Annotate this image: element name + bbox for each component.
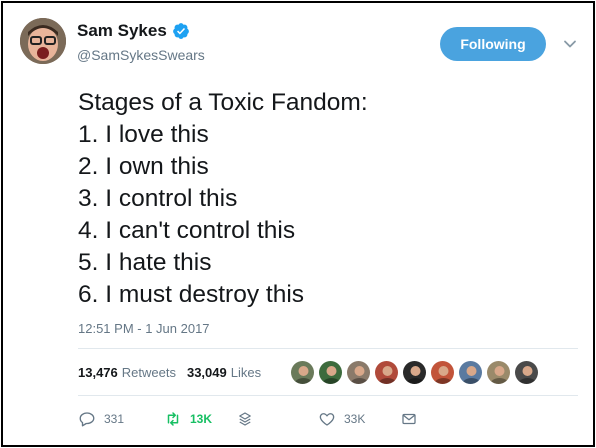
- tweet-card: Sam Sykes @SamSykesSwears Following Stag…: [1, 1, 595, 447]
- liker-avatar-image: [375, 361, 398, 384]
- liker-avatar[interactable]: [346, 360, 371, 385]
- reply-icon: [79, 412, 95, 427]
- tweet-line: Stages of a Toxic Fandom:: [78, 89, 368, 116]
- reply-count: 331: [104, 412, 125, 426]
- verified-badge-icon: [172, 23, 189, 39]
- author-display-name[interactable]: Sam Sykes: [77, 21, 167, 41]
- liker-avatar-image: [515, 361, 538, 384]
- likes-count: 33,049: [186, 365, 227, 380]
- liker-avatar[interactable]: [486, 360, 511, 385]
- retweets-count: 13,476: [78, 365, 118, 380]
- like-button[interactable]: 33K: [318, 410, 365, 428]
- direct-message-button[interactable]: [400, 410, 418, 428]
- likes-label: Likes: [230, 365, 262, 380]
- heart-icon: [319, 413, 335, 426]
- author-handle[interactable]: @SamSykesSwears: [77, 47, 205, 63]
- layers-icon: [239, 412, 251, 426]
- liker-avatar[interactable]: [290, 360, 315, 385]
- envelope-icon: [402, 413, 416, 425]
- retweet-icon: [167, 412, 179, 426]
- liker-avatar[interactable]: [458, 360, 483, 385]
- following-button[interactable]: Following: [440, 27, 546, 61]
- liker-avatar[interactable]: [374, 360, 399, 385]
- author-name-row[interactable]: Sam Sykes: [77, 21, 190, 41]
- tweet-line: 6. I must destroy this: [78, 281, 305, 308]
- liker-avatar-image: [291, 361, 314, 384]
- chevron-down-icon[interactable]: [563, 37, 577, 51]
- retweets-label: Retweets: [121, 365, 176, 380]
- reply-button[interactable]: 331: [78, 410, 124, 428]
- liker-avatar-image: [459, 361, 482, 384]
- liker-avatar[interactable]: [430, 360, 455, 385]
- liker-avatar-image: [487, 361, 510, 384]
- like-count: 33K: [344, 412, 366, 426]
- tweet-line: 4. I can't control this: [78, 217, 296, 244]
- liker-avatar-image: [431, 361, 454, 384]
- engagement-stats: 13,476 Retweets 33,049 Likes: [78, 365, 261, 380]
- liker-avatar[interactable]: [318, 360, 343, 385]
- tweet-text: Stages of a Toxic Fandom: 1. I love this…: [78, 87, 368, 311]
- liker-avatar[interactable]: [402, 360, 427, 385]
- divider: [78, 348, 578, 349]
- tweet-actions: 331 13K 33K: [78, 410, 478, 430]
- liker-avatar-image: [319, 361, 342, 384]
- tweet-timestamp[interactable]: 12:51 PM - 1 Jun 2017: [78, 321, 210, 336]
- tweet-line: 2. I own this: [78, 153, 209, 180]
- retweet-count: 13K: [190, 412, 213, 426]
- share-stack-button[interactable]: [236, 410, 254, 428]
- avatar-image: [20, 18, 66, 64]
- author-avatar[interactable]: [20, 18, 66, 64]
- tweet-line: 5. I hate this: [78, 249, 212, 276]
- tweet-line: 3. I control this: [78, 185, 238, 212]
- retweets-stat[interactable]: 13,476 Retweets: [78, 365, 176, 380]
- retweet-button[interactable]: 13K: [164, 410, 212, 428]
- liker-avatar-image: [403, 361, 426, 384]
- liker-avatar-image: [347, 361, 370, 384]
- divider: [78, 395, 578, 396]
- likes-stat[interactable]: 33,049 Likes: [187, 365, 261, 380]
- liker-avatars: [290, 360, 542, 385]
- liker-avatar[interactable]: [514, 360, 539, 385]
- tweet-line: 1. I love this: [78, 121, 209, 148]
